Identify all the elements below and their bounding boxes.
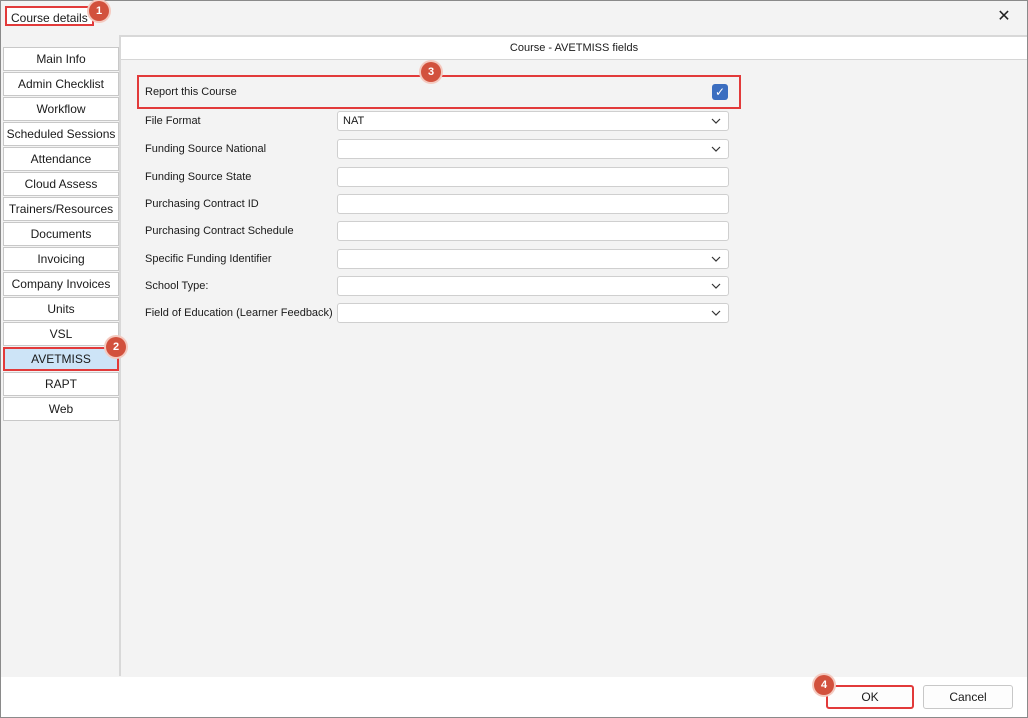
chevron-down-icon xyxy=(711,146,721,152)
field-of-education-learner-feedback-label: Field of Education (Learner Feedback) xyxy=(145,307,333,319)
sidebar-item-avetmiss[interactable]: AVETMISS xyxy=(3,347,119,371)
purchasing-contract-id-label: Purchasing Contract ID xyxy=(145,198,259,210)
avetmiss-panel: Course - AVETMISS fields Report this Cou… xyxy=(119,35,1027,676)
annotation-badge: 1 xyxy=(89,1,109,21)
chevron-down-icon xyxy=(711,256,721,262)
school-type-dropdown[interactable] xyxy=(337,276,729,296)
ok-button[interactable]: OK xyxy=(826,685,914,709)
funding-source-national-label: Funding Source National xyxy=(145,143,267,155)
purchasing-contract-schedule-label: Purchasing Contract Schedule xyxy=(145,225,294,237)
sidebar-item-web[interactable]: Web xyxy=(3,397,119,421)
funding-source-state-label: Funding Source State xyxy=(145,171,252,183)
report-course-label: Report this Course xyxy=(145,86,237,98)
purchasing-contract-id-input[interactable] xyxy=(337,194,729,214)
sidebar-item-main-info[interactable]: Main Info xyxy=(3,47,119,71)
annotation-badge: 2 xyxy=(106,337,126,357)
purchasing-contract-schedule-input[interactable] xyxy=(337,221,729,241)
sidebar-item-rapt[interactable]: RAPT xyxy=(3,372,119,396)
dialog-footer: OK Cancel xyxy=(1,677,1027,717)
sidebar-item-units[interactable]: Units xyxy=(3,297,119,321)
chevron-down-icon xyxy=(711,283,721,289)
school-type-label: School Type: xyxy=(145,280,209,292)
sidebar-item-company-invoices[interactable]: Company Invoices xyxy=(3,272,119,296)
sidebar: Main Info Admin Checklist Workflow Schedule… xyxy=(3,47,119,422)
report-course-row: Report this Course ✓ xyxy=(137,75,741,109)
file-format-value: NAT xyxy=(343,115,365,127)
sidebar-item-cloud-assess[interactable]: Cloud Assess xyxy=(3,172,119,196)
close-icon[interactable]: ✕ xyxy=(991,5,1017,29)
annotation-badge: 4 xyxy=(814,675,834,695)
sidebar-item-attendance[interactable]: Attendance xyxy=(3,147,119,171)
sidebar-item-trainers-resources[interactable]: Trainers/Resources xyxy=(3,197,119,221)
specific-funding-identifier-label: Specific Funding Identifier xyxy=(145,253,272,265)
cancel-button[interactable]: Cancel xyxy=(923,685,1013,709)
specific-funding-identifier-dropdown[interactable] xyxy=(337,249,729,269)
funding-source-state-input[interactable] xyxy=(337,167,729,187)
sidebar-item-invoicing[interactable]: Invoicing xyxy=(3,247,119,271)
sidebar-item-admin-checklist[interactable]: Admin Checklist xyxy=(3,72,119,96)
panel-title: Course - AVETMISS fields xyxy=(121,37,1027,60)
sidebar-item-documents[interactable]: Documents xyxy=(3,222,119,246)
titlebar: Course details ✕ xyxy=(1,1,1027,33)
chevron-down-icon xyxy=(711,118,721,124)
sidebar-item-scheduled-sessions[interactable]: Scheduled Sessions xyxy=(3,122,119,146)
funding-source-national-dropdown[interactable] xyxy=(337,139,729,159)
checkmark-icon: ✓ xyxy=(714,85,726,99)
sidebar-item-workflow[interactable]: Workflow xyxy=(3,97,119,121)
file-format-label: File Format xyxy=(145,115,201,127)
sidebar-item-vsl[interactable]: VSL xyxy=(3,322,119,346)
course-details-window: Course details ✕ Main Info Admin Checklis… xyxy=(0,0,1028,718)
annotation-badge: 3 xyxy=(421,62,441,82)
chevron-down-icon xyxy=(711,310,721,316)
field-of-education-learner-feedback-dropdown[interactable] xyxy=(337,303,729,323)
file-format-dropdown[interactable]: NAT xyxy=(337,111,729,131)
window-title: Course details xyxy=(5,6,94,26)
report-course-checkbox[interactable]: ✓ xyxy=(712,84,728,100)
